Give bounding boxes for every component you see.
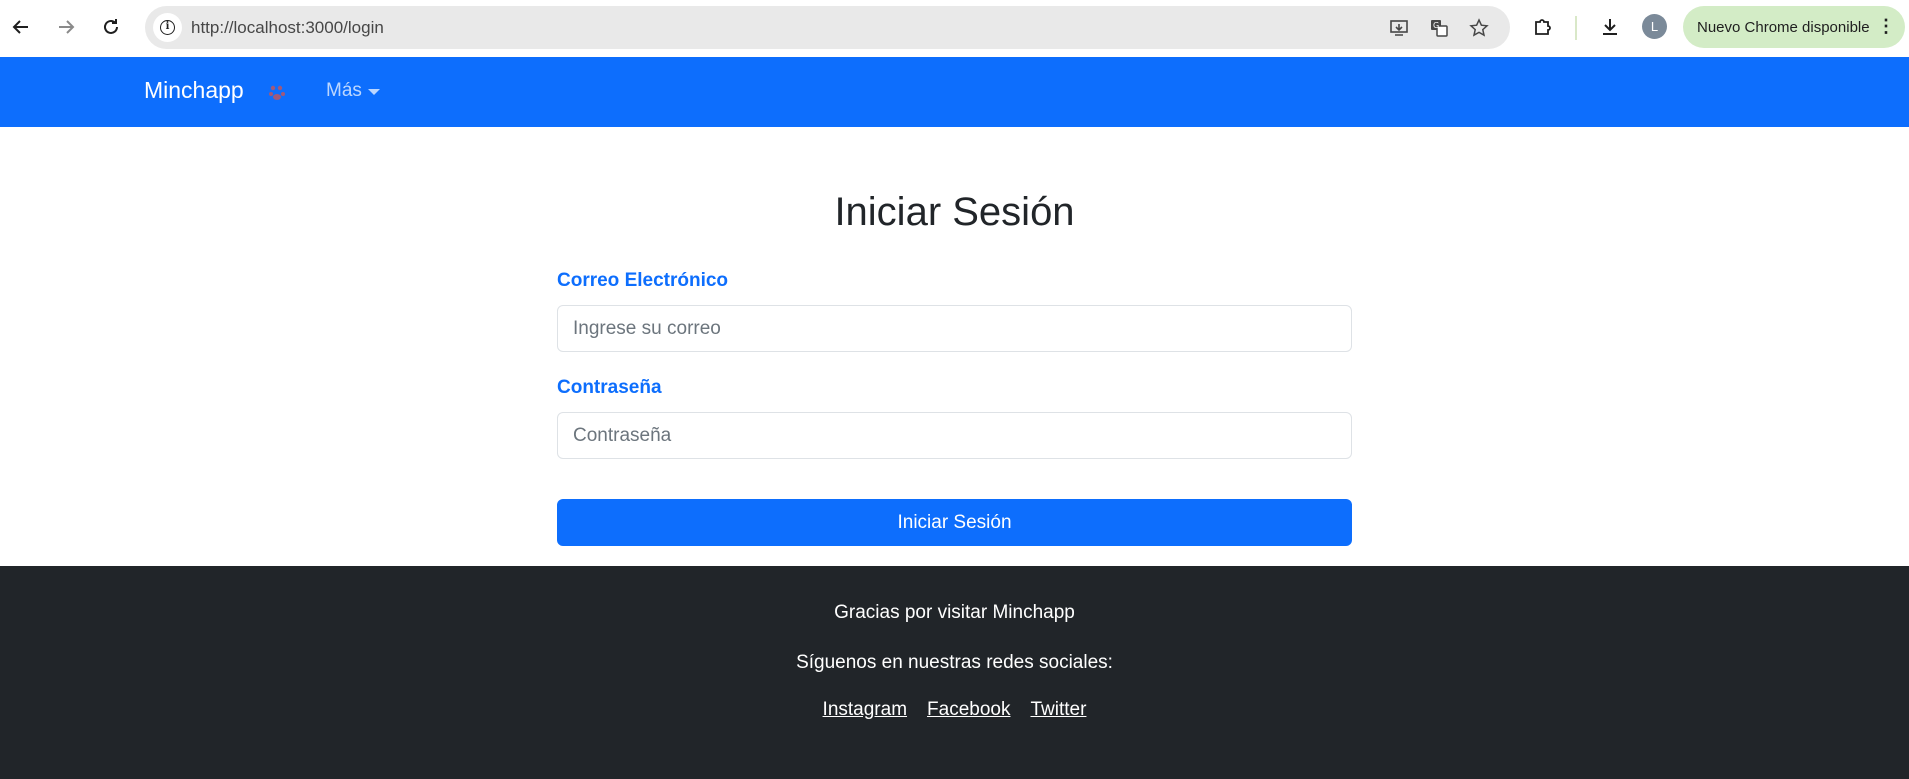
kebab-menu-icon[interactable]: ⋮ — [1877, 16, 1895, 36]
caret-down-icon — [367, 89, 380, 95]
reload-button[interactable] — [94, 10, 128, 44]
login-button[interactable]: Iniciar Sesión — [557, 499, 1352, 546]
back-button[interactable] — [4, 10, 38, 44]
forward-button[interactable] — [49, 10, 83, 44]
page-footer: Gracias por visitar Minchapp Síguenos en… — [0, 566, 1909, 779]
info-icon: i — [160, 20, 175, 35]
install-app-icon[interactable] — [1387, 16, 1411, 40]
browser-toolbar: i http://localhost:3000/login G L Nuevo … — [0, 0, 1909, 57]
more-dropdown-label: Más — [326, 80, 362, 101]
facebook-link[interactable]: Facebook — [927, 699, 1010, 721]
instagram-link[interactable]: Instagram — [823, 699, 907, 721]
password-label: Contraseña — [557, 377, 662, 398]
address-bar[interactable]: i http://localhost:3000/login G — [145, 6, 1510, 49]
password-field[interactable] — [557, 412, 1352, 459]
page-title: Iniciar Sesión — [834, 190, 1075, 234]
arrow-right-icon — [59, 20, 75, 34]
more-dropdown[interactable]: Más — [326, 80, 380, 102]
puzzle-icon[interactable] — [1528, 12, 1558, 42]
email-field[interactable] — [557, 305, 1352, 352]
toolbar-divider — [1575, 16, 1577, 40]
reload-icon — [104, 19, 118, 34]
chrome-update-button[interactable]: Nuevo Chrome disponible ⋮ — [1683, 6, 1905, 48]
star-icon[interactable] — [1467, 16, 1491, 40]
login-section: Iniciar Sesión Correo Electrónico Contra… — [0, 127, 1909, 566]
app-navbar: Minchapp Más — [0, 57, 1909, 127]
site-info-button[interactable]: i — [153, 13, 182, 42]
social-links: Instagram Facebook Twitter — [0, 699, 1909, 721]
brand-link[interactable]: Minchapp — [144, 77, 244, 104]
update-label: Nuevo Chrome disponible — [1697, 18, 1870, 36]
avatar[interactable]: L — [1642, 14, 1667, 39]
arrow-left-icon — [12, 20, 28, 34]
url-text[interactable]: http://localhost:3000/login — [191, 18, 384, 38]
footer-follow: Síguenos en nuestras redes sociales: — [796, 652, 1113, 673]
email-label: Correo Electrónico — [557, 270, 729, 291]
paw-icon — [267, 83, 287, 108]
svg-text:G: G — [1433, 21, 1439, 30]
twitter-link[interactable]: Twitter — [1030, 699, 1086, 721]
translate-icon[interactable]: G — [1427, 16, 1451, 40]
footer-thanks: Gracias por visitar Minchapp — [834, 602, 1075, 623]
download-icon[interactable] — [1595, 12, 1625, 42]
